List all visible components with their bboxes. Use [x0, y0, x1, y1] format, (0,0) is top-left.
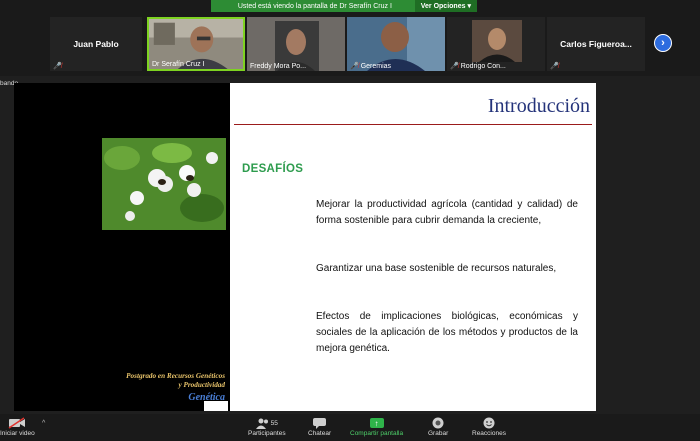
reactions-button[interactable]: Reacciones [472, 416, 506, 437]
participants-icon: 55 [255, 416, 278, 430]
chat-button[interactable]: Chatear [308, 416, 331, 437]
participants-label: Participantes [248, 430, 286, 437]
emoji-icon [483, 416, 495, 430]
start-video-label: Iniciar video [0, 430, 35, 437]
program-line-1: Postgrado en Recursos Genéticos [126, 372, 225, 380]
participant-name: Geremias [360, 62, 392, 70]
slide-paragraph: Garantizar una base sostenible de recurs… [316, 263, 557, 274]
title-divider [234, 124, 592, 125]
chevron-down-icon: ▾ [467, 3, 471, 10]
reactions-label: Reacciones [472, 430, 506, 437]
participant-status: 🎤̸ [53, 62, 62, 70]
participant-name: Freddy Mora Po... [250, 63, 307, 70]
participants-button[interactable]: 55 Participantes [248, 416, 286, 437]
chevron-right-icon: › [661, 37, 665, 49]
participant-label: 🎤̸ Geremias [350, 62, 392, 71]
video-off-icon [8, 416, 26, 430]
zoom-meeting-window: Usted está viendo la pantalla de Dr Sera… [0, 0, 700, 441]
slide-paragraph: Efectos de implicaciones biológicas, eco… [316, 311, 578, 354]
participant-strip: Juan Pablo 🎤̸ Dr Serafín Cruz I Freddy M… [0, 14, 700, 72]
slide-heading: DESAFÍOS [242, 163, 304, 175]
participant-tile-carlos-figueroa[interactable]: Carlos Figueroa... 🎤̸ [547, 17, 645, 71]
participants-count: 55 [270, 419, 278, 427]
share-banner-message: Usted está viendo la pantalla de Dr Sera… [237, 2, 392, 10]
participant-tile-rodrigo[interactable]: 🎤̸ Rodrigo Con... [447, 17, 545, 71]
flower-photo [102, 138, 226, 230]
meeting-toolbar: Iniciar video ^ 55 Participantes Chatear… [0, 414, 700, 441]
record-label: Grabar [428, 430, 449, 437]
participant-tile-geremias[interactable]: 🎤̸ Geremias [347, 17, 445, 71]
participant-status: 🎤̸ [550, 62, 559, 70]
participant-tile-serafin-cruz[interactable]: Dr Serafín Cruz I [147, 17, 245, 71]
mic-muted-icon: 🎤̸ [450, 63, 459, 70]
participant-name: Carlos Figueroa... [560, 39, 632, 49]
logo [204, 401, 228, 411]
video-options-caret[interactable]: ^ [42, 420, 45, 427]
chat-icon [313, 416, 327, 430]
participant-tile-freddy-mora[interactable]: Freddy Mora Po... [247, 17, 345, 71]
participant-label: Dr Serafín Cruz I [152, 61, 205, 68]
start-video-button[interactable]: Iniciar video [0, 416, 35, 437]
program-line-3: Genética [188, 392, 225, 403]
participant-name: Rodrigo Con... [460, 62, 506, 70]
slide-title: Introducción [487, 95, 590, 117]
share-screen-button[interactable]: ↑ Compartir pantalla [350, 416, 403, 437]
view-options-label: Ver Opciones [420, 2, 466, 10]
participant-name: Juan Pablo [73, 39, 119, 49]
participant-label: 🎤̸ Rodrigo Con... [450, 62, 506, 71]
participant-tile-juan-pablo[interactable]: Juan Pablo 🎤̸ [50, 17, 142, 71]
view-options-button[interactable]: Ver Opciones ▾ [414, 0, 477, 12]
screen-share-banner: Usted está viendo la pantalla de Dr Sera… [211, 0, 477, 12]
mic-muted-icon: 🎤̸ [53, 63, 62, 70]
participant-name: Dr Serafín Cruz I [152, 61, 205, 68]
share-screen-icon: ↑ [369, 416, 384, 430]
presentation-slide: Postgrado en Recursos Genéticos y Produc… [14, 83, 596, 411]
next-participants-button[interactable]: › [654, 34, 672, 52]
record-button[interactable]: Grabar [428, 416, 448, 437]
share-screen-label: Compartir pantalla [350, 430, 404, 437]
chat-label: Chatear [308, 430, 332, 437]
slide-left-panel: Postgrado en Recursos Genéticos y Produc… [14, 83, 230, 411]
program-line-2: y Productividad [178, 381, 225, 389]
mic-muted-icon: 🎤̸ [350, 63, 359, 70]
slide-paragraph: Mejorar la productividad agrícola (canti… [316, 199, 578, 226]
participant-label: Freddy Mora Po... [250, 63, 306, 70]
mic-muted-icon: 🎤̸ [550, 63, 559, 70]
shared-screen: bando Postgrado en Recursos Genéticos y … [0, 76, 700, 414]
record-icon [432, 416, 444, 430]
